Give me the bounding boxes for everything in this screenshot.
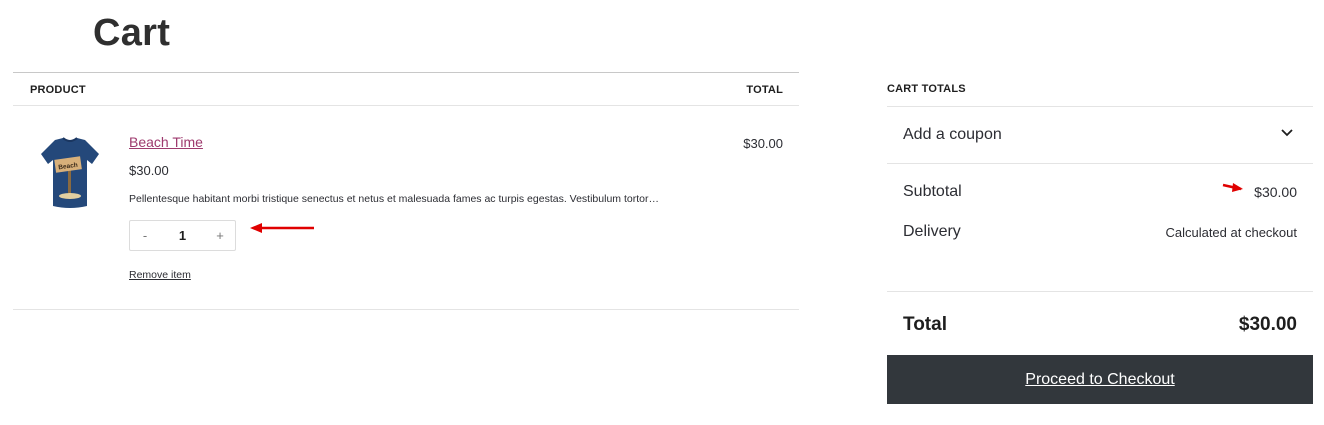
quantity-input[interactable]	[160, 221, 205, 250]
divider	[887, 291, 1313, 292]
page-title: Cart	[93, 12, 171, 54]
coupon-toggle[interactable]: Add a coupon	[887, 106, 1313, 164]
subtotal-label: Subtotal	[903, 183, 962, 200]
line-total: $30.00	[743, 136, 783, 151]
remove-item-link[interactable]: Remove item	[129, 269, 191, 281]
coupon-label: Add a coupon	[903, 126, 1002, 143]
quantity-increase-button[interactable]: +	[205, 221, 235, 250]
total-value: $30.00	[1238, 314, 1297, 335]
delivery-value: Calculated at checkout	[1165, 225, 1297, 240]
product-name-link[interactable]: Beach Time	[129, 134, 203, 150]
annotation-arrow	[1222, 183, 1243, 192]
table-row: Beach Beach Time $30.00 Pellentesque hab…	[13, 106, 799, 310]
product-description: Pellentesque habitant morbi tristique se…	[129, 193, 659, 205]
column-header-product: PRODUCT	[30, 84, 86, 96]
table-header: PRODUCT TOTAL	[13, 72, 799, 106]
chevron-down-icon	[1281, 129, 1293, 137]
product-price: $30.00	[129, 163, 169, 178]
subtotal-value: $30.00	[1254, 184, 1297, 200]
proceed-to-checkout-button[interactable]: Proceed to Checkout	[887, 355, 1313, 404]
product-thumbnail[interactable]: Beach	[37, 136, 103, 212]
cart-page: Cart PRODUCT TOTAL Beach Beach Time $30.…	[0, 0, 1324, 425]
tshirt-image: Beach	[41, 137, 99, 208]
cart-totals-heading: CART TOTALS	[887, 83, 966, 95]
total-label: Total	[903, 314, 947, 335]
cart-table: PRODUCT TOTAL Beach Beach Time $30.00 Pe…	[13, 72, 799, 310]
column-header-total: TOTAL	[746, 84, 783, 96]
annotation-arrow	[250, 223, 314, 233]
quantity-stepper: - +	[129, 220, 236, 251]
delivery-label: Delivery	[903, 223, 961, 240]
quantity-decrease-button[interactable]: -	[130, 221, 160, 250]
